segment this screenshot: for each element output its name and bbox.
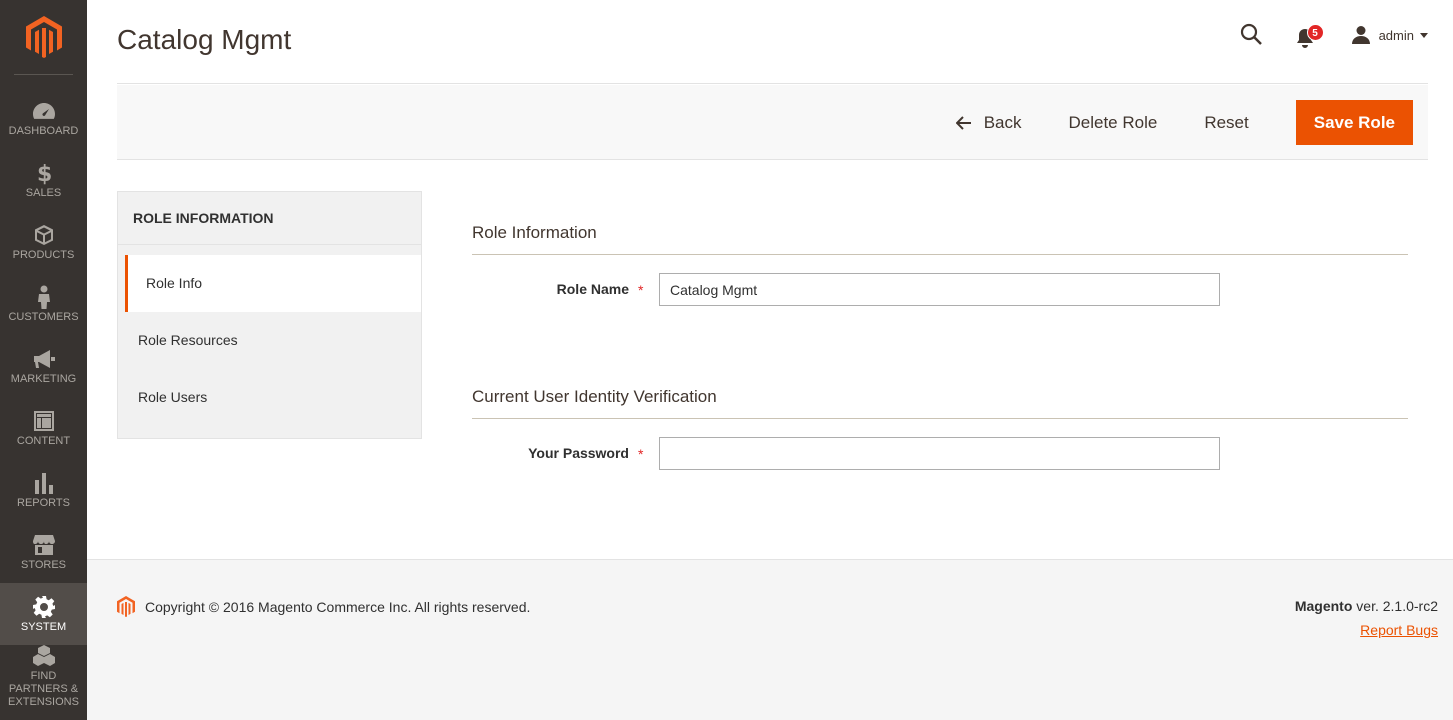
tab-role-info[interactable]: Role Info [125, 255, 421, 312]
brand-name: Magento [1294, 598, 1353, 614]
identity-verification-fieldset: Current User Identity Verification Your … [472, 387, 1408, 470]
tab-role-resources[interactable]: Role Resources [118, 312, 421, 369]
role-name-input[interactable] [659, 273, 1220, 306]
back-button[interactable]: Back [955, 100, 1022, 145]
password-row: Your Password * [472, 437, 1408, 470]
dollar-icon: $ [36, 161, 52, 185]
nav-sales[interactable]: $ SALES [0, 149, 87, 211]
password-label: Your Password [528, 445, 629, 461]
nav-sales-label: SALES [25, 186, 62, 199]
magento-logo-icon [25, 16, 62, 58]
nav-find-partners[interactable]: FIND PARTNERS & EXTENSIONS [0, 644, 87, 708]
nav-stores-label: STORES [20, 558, 67, 571]
nav-content-label: CONTENT [16, 434, 71, 447]
admin-sidebar: DASHBOARD $ SALES PRODUCTS CUSTOMERS MAR… [0, 0, 87, 720]
role-name-row: Role Name * [472, 273, 1408, 306]
version-text: ver. 2.1.0-rc2 [1352, 598, 1438, 614]
nav-customers-label: CUSTOMERS [8, 310, 79, 323]
copyright-text: Copyright © 2016 Magento Commerce Inc. A… [145, 598, 531, 615]
nav-marketing-label: MARKETING [10, 372, 77, 385]
layout-icon [33, 409, 55, 433]
header-actions: 5 admin [1239, 22, 1428, 48]
version-info: Magento ver. 2.1.0-rc2 [1295, 598, 1438, 614]
user-menu[interactable]: admin [1351, 25, 1428, 45]
user-icon [1351, 26, 1370, 44]
chevron-down-icon [1420, 32, 1428, 38]
nav-find-partners-label: FIND PARTNERS & EXTENSIONS [8, 669, 79, 708]
svg-text:$: $ [37, 162, 52, 185]
arrow-left-icon [955, 115, 971, 130]
nav-content[interactable]: CONTENT [0, 397, 87, 459]
nav-customers[interactable]: CUSTOMERS [0, 273, 87, 335]
back-button-label: Back [983, 112, 1022, 132]
nav-stores[interactable]: STORES [0, 521, 87, 583]
save-role-button[interactable]: Save Role [1295, 100, 1413, 145]
tab-role-users[interactable]: Role Users [118, 369, 421, 426]
reset-button[interactable]: Reset [1204, 100, 1248, 145]
blocks-icon [32, 644, 56, 668]
main-content: Catalog Mgmt 5 admin Back Delete Role Re… [87, 0, 1453, 559]
role-name-label: Role Name [556, 281, 629, 297]
nav-reports[interactable]: REPORTS [0, 459, 87, 521]
required-mark: * [638, 446, 644, 462]
tabs-title: ROLE INFORMATION [118, 192, 421, 245]
nav-products-label: PRODUCTS [12, 248, 75, 261]
nav-reports-label: REPORTS [17, 496, 70, 509]
megaphone-icon [32, 347, 56, 371]
nav-system-label: SYSTEM [20, 620, 67, 633]
copyright: Copyright © 2016 Magento Commerce Inc. A… [117, 596, 530, 617]
gear-icon [32, 595, 56, 619]
page-actions-toolbar: Back Delete Role Reset Save Role [117, 85, 1428, 160]
identity-verification-legend: Current User Identity Verification [472, 387, 1408, 419]
role-information-legend: Role Information [472, 223, 1408, 255]
storefront-icon [32, 533, 56, 557]
delete-role-button[interactable]: Delete Role [1068, 100, 1157, 145]
nav-system[interactable]: SYSTEM [0, 583, 87, 645]
bar-chart-icon [33, 471, 55, 495]
search-icon[interactable] [1239, 22, 1265, 48]
page-title: Catalog Mgmt [117, 24, 292, 55]
user-name: admin [1378, 27, 1414, 43]
role-tabs-panel: ROLE INFORMATION Role Info Role Resource… [117, 191, 422, 439]
nav-dashboard-label: DASHBOARD [8, 124, 79, 137]
dashboard-icon [32, 99, 56, 123]
notifications-count-badge: 5 [1306, 24, 1324, 41]
page-footer: Copyright © 2016 Magento Commerce Inc. A… [87, 559, 1453, 720]
person-icon [37, 285, 51, 309]
required-mark: * [638, 282, 644, 298]
report-bugs-link[interactable]: Report Bugs [1360, 622, 1438, 638]
page-header: Catalog Mgmt 5 admin [117, 0, 1428, 84]
password-input[interactable] [659, 437, 1220, 470]
role-information-fieldset: Role Information Role Name * [472, 223, 1408, 306]
nav-dashboard[interactable]: DASHBOARD [0, 87, 87, 149]
box-icon [33, 223, 55, 247]
nav-products[interactable]: PRODUCTS [0, 211, 87, 273]
nav-marketing[interactable]: MARKETING [0, 335, 87, 397]
magento-logo[interactable] [14, 0, 73, 75]
notifications-button[interactable]: 5 [1295, 22, 1324, 48]
magento-logo-icon [117, 596, 135, 617]
